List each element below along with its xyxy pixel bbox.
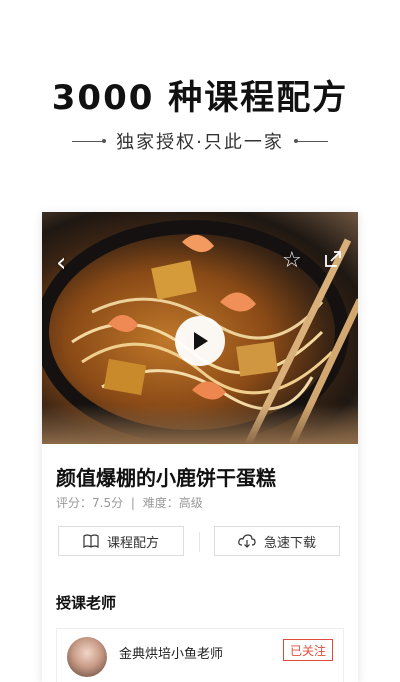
action-divider <box>199 532 200 552</box>
play-button[interactable] <box>175 316 225 366</box>
promo-subline: 独家授权·只此一家 <box>0 128 400 154</box>
promo-subline-text: 独家授权·只此一家 <box>116 132 284 153</box>
follow-button[interactable]: 已关注 <box>283 639 333 661</box>
recipe-meta: 评分：7.5分 | 难度：高级 <box>56 494 203 511</box>
recipe-title: 颜值爆棚的小鹿饼干蛋糕 <box>56 466 276 490</box>
promo-headline: 3000 种课程配方 <box>51 78 349 118</box>
recipe-button[interactable]: 课程配方 <box>58 526 184 556</box>
book-icon <box>83 534 99 548</box>
subline-right-dash <box>293 139 328 143</box>
download-button[interactable]: 急速下载 <box>214 526 340 556</box>
recipe-difficulty: 难度：高级 <box>142 496 203 510</box>
table-surface <box>42 404 358 444</box>
recipe-card: ‹ ☆ 颜值爆棚的小鹿饼干蛋糕 评分：7.5分 | 难度：高级 课程配方 急速下… <box>42 212 358 682</box>
play-icon <box>194 332 208 350</box>
subline-left-dash <box>72 139 107 143</box>
teacher-section-title: 授课老师 <box>56 594 117 612</box>
meta-separator: | <box>130 496 135 510</box>
recipe-rating: 评分：7.5分 <box>56 496 124 510</box>
share-icon[interactable] <box>324 250 342 268</box>
chevron-left-icon[interactable]: ‹ <box>56 250 66 276</box>
cloud-download-icon <box>238 534 256 548</box>
recipe-button-label: 课程配方 <box>106 535 159 551</box>
avatar <box>67 637 107 677</box>
download-button-label: 急速下载 <box>263 535 316 551</box>
recipe-video-cover[interactable]: ‹ ☆ <box>42 212 358 444</box>
teacher-name: 金典烘培小鱼老师 <box>119 647 224 662</box>
star-icon[interactable]: ☆ <box>282 250 302 272</box>
teacher-item[interactable]: 金典烘培小鱼老师 已关注 <box>56 628 344 682</box>
